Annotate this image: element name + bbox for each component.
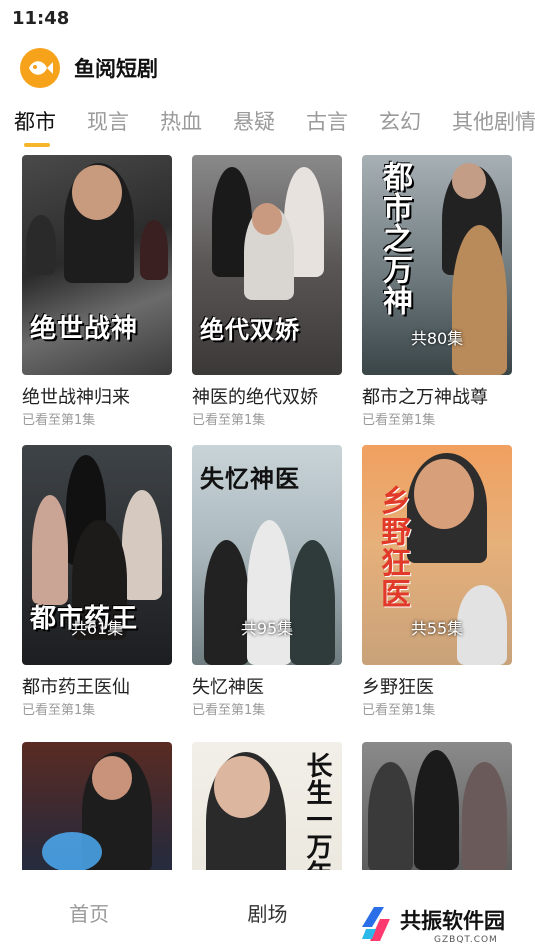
tab-other[interactable]: 其他剧情	[452, 106, 535, 136]
drama-card[interactable]: 失忆神医 共95集 失忆神医 已看至第1集	[192, 445, 342, 718]
drama-poster[interactable]	[22, 742, 172, 870]
drama-progress: 已看至第1集	[192, 413, 266, 428]
watermark-logo-icon	[362, 907, 390, 941]
fish-logo-icon	[20, 48, 60, 88]
poster-title: 长生一万年	[302, 752, 332, 870]
drama-poster[interactable]: 绝世战神	[22, 155, 172, 375]
category-tabs: 都市 现言 热血 悬疑 古言 玄幻 其他剧情	[0, 98, 535, 152]
drama-progress: 已看至第1集	[362, 703, 436, 718]
drama-card[interactable]	[22, 742, 172, 870]
tab-rexue[interactable]: 热血	[160, 106, 202, 136]
drama-poster[interactable]: 失忆神医 共95集	[192, 445, 342, 665]
drama-card[interactable]: 都市之万神 共80集 都市之万神战尊 已看至第1集	[362, 155, 512, 428]
drama-card[interactable]: 绝代双娇 神医的绝代双娇 已看至第1集	[192, 155, 342, 428]
drama-progress: 已看至第1集	[192, 703, 266, 718]
tab-xianyan[interactable]: 现言	[87, 106, 129, 136]
drama-poster[interactable]: 长生一万年	[192, 742, 342, 870]
tab-xuanyi[interactable]: 悬疑	[233, 106, 275, 136]
drama-title: 都市之万神战尊	[362, 387, 488, 408]
nav-home[interactable]: 首页	[0, 898, 178, 951]
drama-poster[interactable]: 乡野狂医 共55集	[362, 445, 512, 665]
drama-title: 乡野狂医	[362, 677, 434, 698]
app-title: 鱼阅短剧	[74, 57, 158, 81]
poster-title: 乡野狂医	[375, 485, 410, 609]
drama-title: 都市药王医仙	[22, 677, 130, 698]
drama-card[interactable]: 乡野狂医 共55集 乡野狂医 已看至第1集	[362, 445, 512, 718]
status-bar: 11:48	[0, 0, 535, 38]
tab-guyan[interactable]: 古言	[306, 106, 348, 136]
drama-progress: 已看至第1集	[22, 703, 96, 718]
drama-card[interactable]: 神豪	[362, 742, 512, 870]
drama-grid: 绝世战神 绝世战神归来 已看至第1集 绝代双娇 神医的绝代双娇 已看至第1集 都…	[0, 155, 535, 870]
drama-title: 绝世战神归来	[22, 387, 130, 408]
status-time: 11:48	[12, 8, 70, 29]
drama-title: 神医的绝代双娇	[192, 387, 318, 408]
episode-count: 共80集	[410, 329, 464, 348]
drama-progress: 已看至第1集	[22, 413, 96, 428]
drama-poster[interactable]: 绝代双娇	[192, 155, 342, 375]
episode-count: 共95集	[240, 619, 294, 638]
drama-poster[interactable]: 都市药王 共61集	[22, 445, 172, 665]
drama-card[interactable]: 绝世战神 绝世战神归来 已看至第1集	[22, 155, 172, 428]
drama-card[interactable]: 长生一万年	[192, 742, 342, 870]
watermark-domain: GZBQT.COM	[434, 935, 498, 945]
app-header: 鱼阅短剧	[0, 38, 535, 98]
watermark: 共振软件园 GZBQT.COM	[360, 905, 505, 945]
watermark-title: 共振软件园	[400, 909, 505, 933]
nav-theater[interactable]: 剧场	[178, 898, 356, 951]
poster-title: 都市之万神	[377, 161, 412, 316]
drama-poster[interactable]: 都市之万神 共80集	[362, 155, 512, 375]
tab-dushi[interactable]: 都市	[14, 106, 56, 147]
poster-title: 绝世战神	[30, 314, 139, 344]
drama-title: 失忆神医	[192, 677, 264, 698]
tab-xuanhuan[interactable]: 玄幻	[379, 106, 421, 136]
episode-count: 共61集	[70, 619, 124, 638]
drama-poster[interactable]: 神豪	[362, 742, 512, 870]
drama-card[interactable]: 都市药王 共61集 都市药王医仙 已看至第1集	[22, 445, 172, 718]
poster-title: 绝代双娇	[200, 315, 300, 344]
drama-progress: 已看至第1集	[362, 413, 436, 428]
poster-title: 失忆神医	[200, 464, 300, 493]
episode-count: 共55集	[410, 619, 464, 638]
